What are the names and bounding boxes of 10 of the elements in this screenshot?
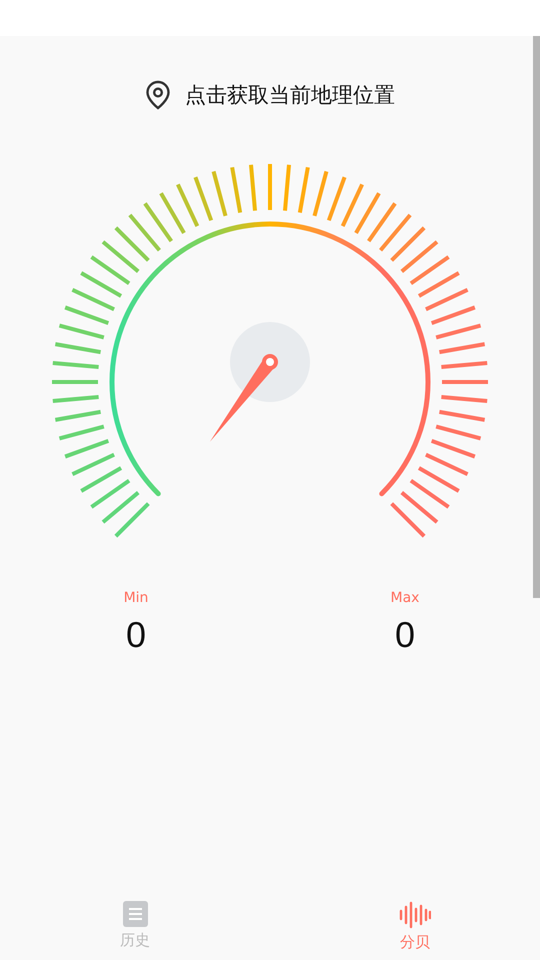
stat-label: Min <box>124 590 148 606</box>
location-pin-icon[interactable] <box>145 80 171 110</box>
stat-value: 0 <box>126 614 146 656</box>
nav-tab[interactable]: 历史 <box>98 901 172 952</box>
stat-value: 0 <box>394 614 416 656</box>
nav-tab[interactable]: 分贝 <box>378 901 452 952</box>
location-prompt[interactable]: 点击获取当前地理位置 <box>185 81 395 109</box>
stat-label: Max <box>390 590 420 606</box>
sound-wave-icon <box>399 901 431 929</box>
list-icon <box>122 901 148 927</box>
